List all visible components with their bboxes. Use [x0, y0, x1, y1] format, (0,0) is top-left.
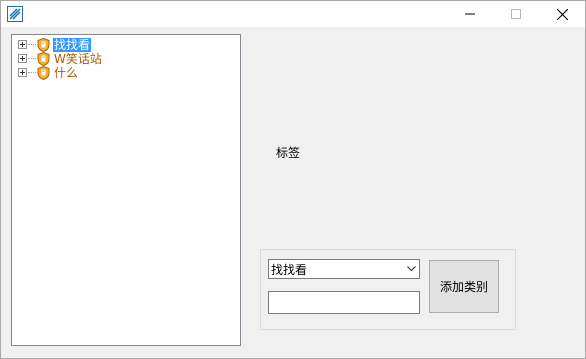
tree-item-label: 什么 — [54, 65, 79, 80]
shield-icon — [37, 37, 50, 52]
tree-connector — [28, 57, 36, 60]
tag-label: 标签 — [276, 146, 301, 160]
chevron-down-icon — [406, 266, 416, 272]
tree-item[interactable]: 什么 — [18, 65, 79, 80]
tree-item-label: 找找看 — [53, 37, 92, 52]
minimize-button[interactable] — [447, 1, 493, 27]
plus-box-icon[interactable] — [18, 54, 27, 63]
minimize-icon — [465, 13, 475, 15]
close-icon — [556, 8, 568, 20]
tree-item[interactable]: 找找看 — [18, 37, 92, 52]
add-category-button[interactable]: 添加类别 — [429, 260, 499, 313]
maximize-button[interactable] — [493, 1, 539, 27]
shield-icon — [37, 51, 50, 66]
maximize-icon — [511, 9, 521, 19]
shield-icon — [37, 65, 50, 80]
tree-item[interactable]: W笑话站 — [18, 51, 103, 66]
title-bar[interactable] — [1, 1, 585, 27]
close-button[interactable] — [539, 1, 585, 27]
category-input-box — [268, 291, 420, 314]
tree-item-label: W笑话站 — [54, 51, 102, 66]
plus-box-icon[interactable] — [18, 68, 27, 77]
tree-connector — [28, 43, 36, 46]
plus-box-icon[interactable] — [18, 40, 27, 49]
category-select[interactable]: 找找看 — [268, 259, 420, 279]
tree-connector — [28, 71, 36, 74]
client-area: 找找看 W笑话站 什么 标签 找找看 添加类别 — [1, 27, 585, 358]
category-tree[interactable]: 找找看 W笑话站 什么 — [11, 34, 241, 346]
dropdown-button[interactable] — [403, 260, 419, 278]
app-window: 找找看 W笑话站 什么 标签 找找看 添加类别 — [0, 0, 586, 359]
category-input[interactable] — [269, 292, 419, 313]
category-select-value: 找找看 — [271, 262, 308, 277]
app-icon — [7, 6, 23, 22]
